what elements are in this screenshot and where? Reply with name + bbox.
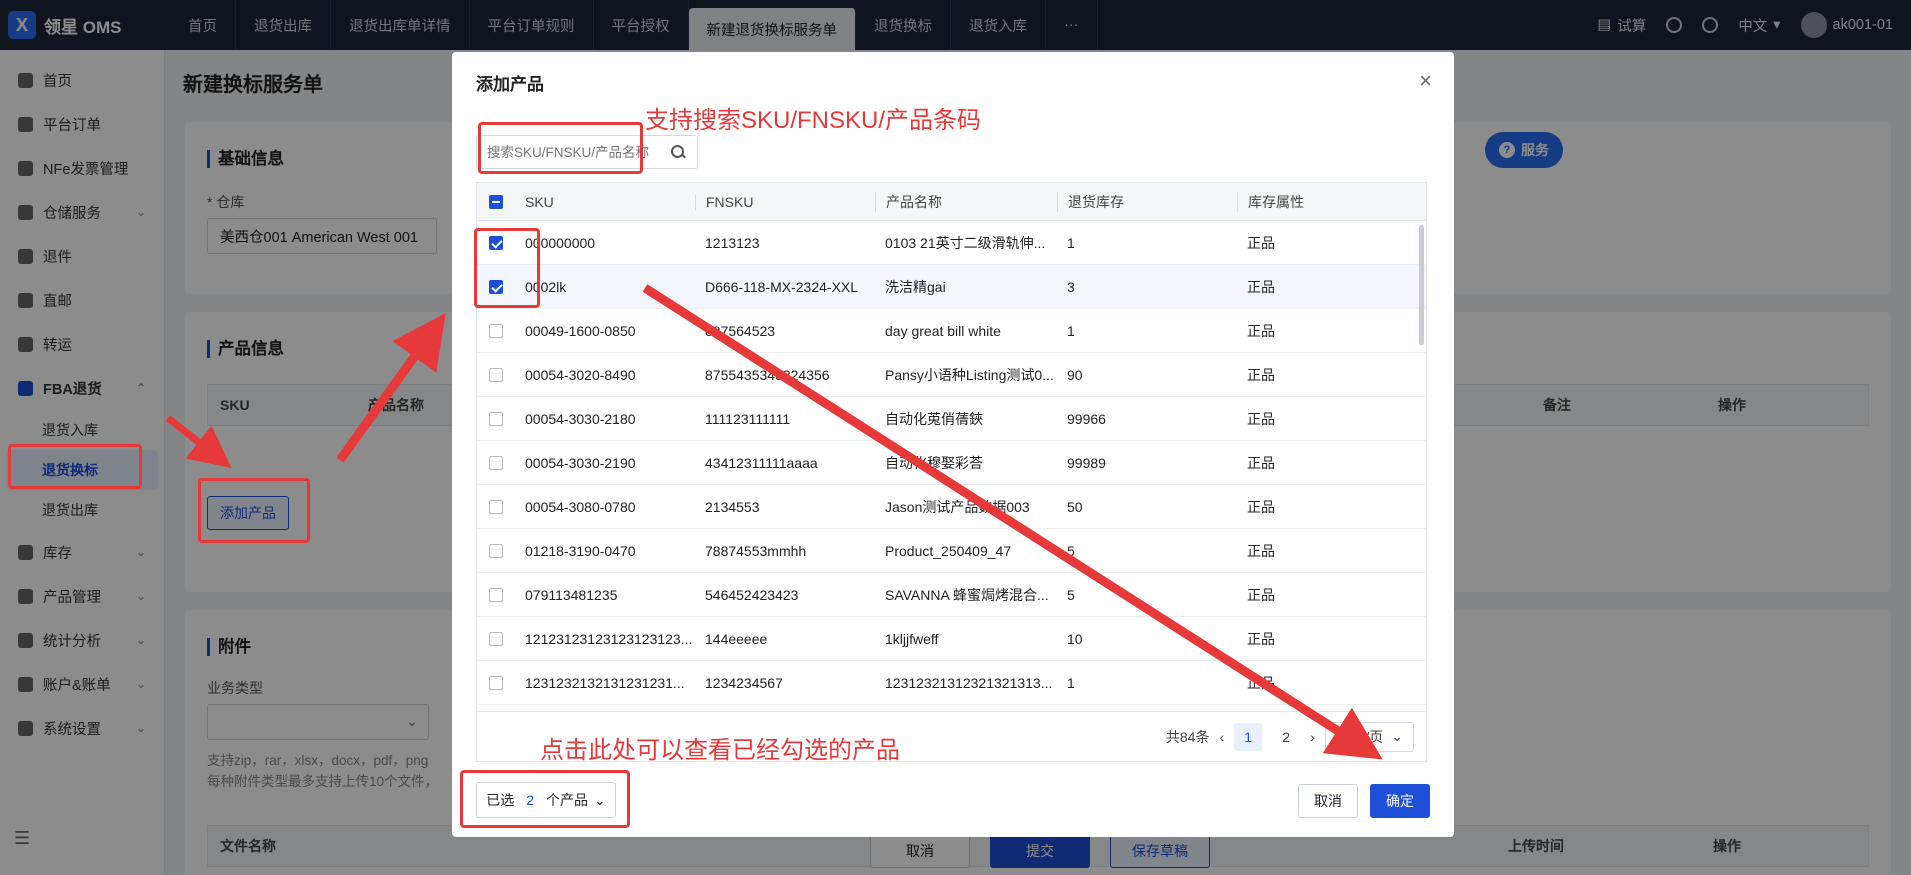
arrow-rows-to-confirm (642, 284, 1383, 760)
arrow-button-to-modal (336, 313, 446, 463)
arrow-menu-to-button (165, 415, 232, 468)
annotation-arrows (165, 284, 1383, 760)
